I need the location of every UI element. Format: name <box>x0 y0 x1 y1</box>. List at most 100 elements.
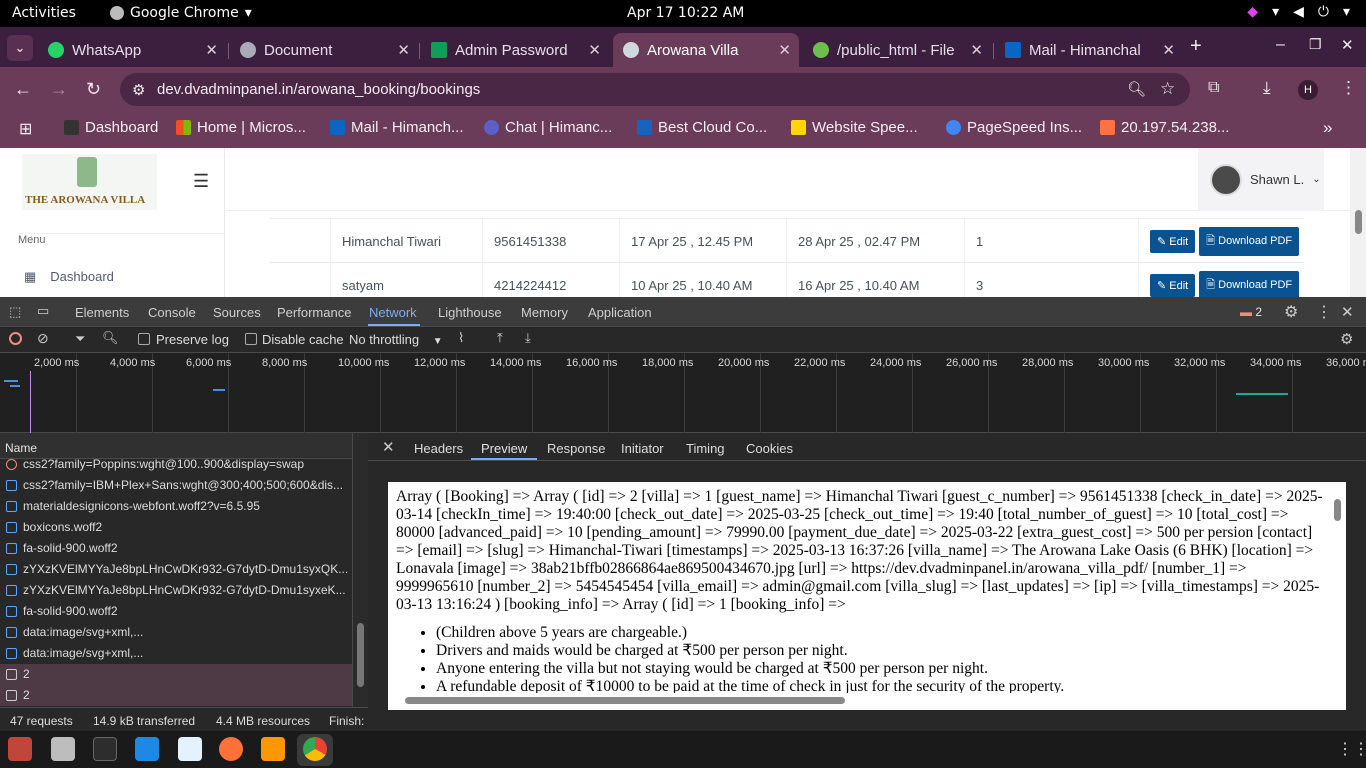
apps-grid-icon[interactable]: ⊞ <box>19 119 32 139</box>
user-menu[interactable]: Shawn L. ⌄ <box>1198 148 1324 211</box>
export-har-icon[interactable]: ⤓ <box>525 330 531 346</box>
forward-button[interactable]: → <box>50 79 68 100</box>
request-row[interactable]: fa-solid-900.woff2 <box>0 601 352 622</box>
menu-kebab-icon[interactable]: ⋮ <box>1340 78 1357 98</box>
tab-memory[interactable]: Memory <box>521 305 568 320</box>
download-icon[interactable]: ⤓ <box>1263 78 1271 98</box>
request-row[interactable]: fa-solid-900.woff2 <box>0 538 352 559</box>
more-bookmarks-icon[interactable]: » <box>1323 118 1332 138</box>
bookmark-star-icon[interactable]: ☆ <box>1160 79 1175 99</box>
device-toolbar-icon[interactable]: ▭ <box>37 303 49 319</box>
clock[interactable]: Apr 17 10:22 AM <box>627 5 744 21</box>
request-row[interactable]: materialdesignicons-webfont.woff2?v=6.5.… <box>0 496 352 517</box>
bookmark-ip[interactable]: 20.197.54.238... <box>1100 119 1229 136</box>
request-row[interactable]: zYXzKVElMYYaJe8bpLHnCwDKr932-G7dytD-Dmu1… <box>0 559 352 580</box>
tab-timing[interactable]: Timing <box>686 441 725 456</box>
request-list-scrollbar[interactable] <box>352 433 368 707</box>
settings-gear-icon[interactable]: ⚙ <box>1284 302 1298 322</box>
bookmark-pagespeed[interactable]: PageSpeed Ins... <box>946 119 1082 136</box>
files-icon[interactable] <box>51 737 75 761</box>
download-pdf-button[interactable]: 🗎 Download PDF <box>1199 271 1300 300</box>
tab-document[interactable]: Document ✕ <box>230 33 418 67</box>
download-pdf-button[interactable]: 🗎 Download PDF <box>1199 227 1300 256</box>
issues-badge[interactable]: ▬ 2 <box>1240 305 1262 319</box>
edit-button[interactable]: ✎ Edit <box>1150 230 1196 253</box>
close-icon[interactable]: ✕ <box>397 41 410 59</box>
clear-icon[interactable]: ⊘ <box>37 330 49 347</box>
trash-icon[interactable] <box>8 737 32 761</box>
tab-network[interactable]: Network <box>369 305 417 320</box>
extensions-icon[interactable]: ⧉ <box>1208 79 1219 97</box>
bookmark-website-speed[interactable]: Website Spee... <box>791 119 918 136</box>
vscode-icon[interactable] <box>135 737 159 761</box>
back-button[interactable]: ← <box>14 79 32 100</box>
tab-arowana-villa[interactable]: Arowana Villa ✕ <box>613 33 799 67</box>
tab-elements[interactable]: Elements <box>75 305 129 320</box>
tab-application[interactable]: Application <box>588 305 652 320</box>
site-logo[interactable]: THE AROWANA VILLA <box>22 154 157 210</box>
close-icon[interactable]: ✕ <box>778 41 791 59</box>
tab-public-html[interactable]: /public_html - File ✕ <box>803 33 991 67</box>
close-window-button[interactable]: ✕ <box>1341 36 1354 54</box>
close-icon[interactable]: ✕ <box>1162 41 1175 59</box>
request-row[interactable]: zYXzKVElMYYaJe8bpLHnCwDKr932-G7dytD-Dmu1… <box>0 580 352 601</box>
network-settings-icon[interactable]: ⚙ <box>1340 330 1353 348</box>
app-indicator-icon[interactable]: ◆ <box>1247 4 1258 20</box>
tab-response[interactable]: Response <box>547 441 606 456</box>
throttling-select[interactable]: No throttling ▼ <box>349 332 443 347</box>
reload-button[interactable]: ↻ <box>86 79 101 100</box>
firefox-icon[interactable] <box>219 737 243 761</box>
new-tab-button[interactable]: + <box>1190 35 1202 58</box>
request-row[interactable]: data:image/svg+xml,... <box>0 622 352 643</box>
bookmark-chat[interactable]: Chat | Himanc... <box>484 119 612 136</box>
show-apps-icon[interactable]: ⋮⋮⋮ <box>1337 739 1366 759</box>
tab-admin-password[interactable]: Admin Password ✕ <box>421 33 609 67</box>
hamburger-menu-icon[interactable]: ☰ <box>193 171 209 192</box>
request-row[interactable]: 2 <box>0 685 352 706</box>
maximize-button[interactable]: ❐ <box>1309 36 1322 53</box>
close-icon[interactable]: ✕ <box>970 41 983 59</box>
sidebar-item-dashboard[interactable]: ▦ Dashboard <box>24 269 114 285</box>
omnibox[interactable]: ⚙ dev.dvadminpanel.in/arowana_booking/bo… <box>120 73 1190 106</box>
zoom-icon[interactable]: 🔍︎ <box>1127 80 1146 98</box>
request-row[interactable]: boxicons.woff2 <box>0 517 352 538</box>
search-icon[interactable]: 🔍︎ <box>102 330 119 346</box>
bookmark-best-cloud[interactable]: Best Cloud Co... <box>637 119 767 136</box>
minimize-button[interactable]: – <box>1276 36 1285 54</box>
url-text[interactable]: dev.dvadminpanel.in/arowana_booking/book… <box>157 81 480 98</box>
tab-preview[interactable]: Preview <box>481 441 527 456</box>
chrome-icon[interactable] <box>303 737 327 761</box>
bookmark-home-microsoft[interactable]: Home | Micros... <box>176 119 306 136</box>
site-info-icon[interactable]: ⚙ <box>132 81 145 99</box>
close-devtools-icon[interactable]: ✕ <box>1341 303 1354 321</box>
network-timeline-overview[interactable]: 2,000 ms 4,000 ms 6,000 ms 8,000 ms 10,000 m… <box>0 353 1366 433</box>
system-tray[interactable]: ◆ ▾ ◀ ⏻ ▾ <box>1247 4 1350 20</box>
activities-button[interactable]: Activities <box>12 5 76 21</box>
profile-avatar[interactable]: H <box>1298 80 1318 100</box>
tab-initiator[interactable]: Initiator <box>621 441 664 456</box>
bookmark-dashboard[interactable]: Dashboard <box>64 119 158 136</box>
text-editor-icon[interactable] <box>178 737 202 761</box>
tab-lighthouse[interactable]: Lighthouse <box>438 305 502 320</box>
tab-sources[interactable]: Sources <box>213 305 261 320</box>
sublime-icon[interactable] <box>261 737 285 761</box>
disable-cache-checkbox[interactable] <box>245 333 257 345</box>
preview-vertical-scrollbar[interactable] <box>1330 483 1345 691</box>
import-har-icon[interactable]: ⤒ <box>497 330 503 346</box>
devtools-menu-icon[interactable]: ⋮ <box>1316 302 1332 322</box>
request-row[interactable]: css2?family=IBM+Plex+Sans:wght@300;400;5… <box>0 475 352 496</box>
tab-mail[interactable]: Mail - Himanchal ✕ <box>995 33 1183 67</box>
tab-whatsapp[interactable]: WhatsApp ✕ <box>38 33 226 67</box>
preserve-log-checkbox[interactable] <box>138 333 150 345</box>
bookmark-mail[interactable]: Mail - Himanch... <box>330 119 464 136</box>
response-preview[interactable]: Array ( [Booking] => Array ( [id] => 2 [… <box>388 482 1346 710</box>
close-icon[interactable]: ✕ <box>205 41 218 59</box>
close-detail-icon[interactable]: ✕ <box>382 438 395 456</box>
tab-headers[interactable]: Headers <box>414 441 463 456</box>
record-icon[interactable] <box>9 332 22 345</box>
request-row[interactable]: 2 <box>0 664 352 685</box>
tab-console[interactable]: Console <box>148 305 196 320</box>
tab-search-button[interactable]: ⌄ <box>7 35 33 61</box>
request-row[interactable]: css2?family=Poppins:wght@100..900&displa… <box>0 459 352 475</box>
inspect-element-icon[interactable]: ⬚ <box>9 304 21 320</box>
